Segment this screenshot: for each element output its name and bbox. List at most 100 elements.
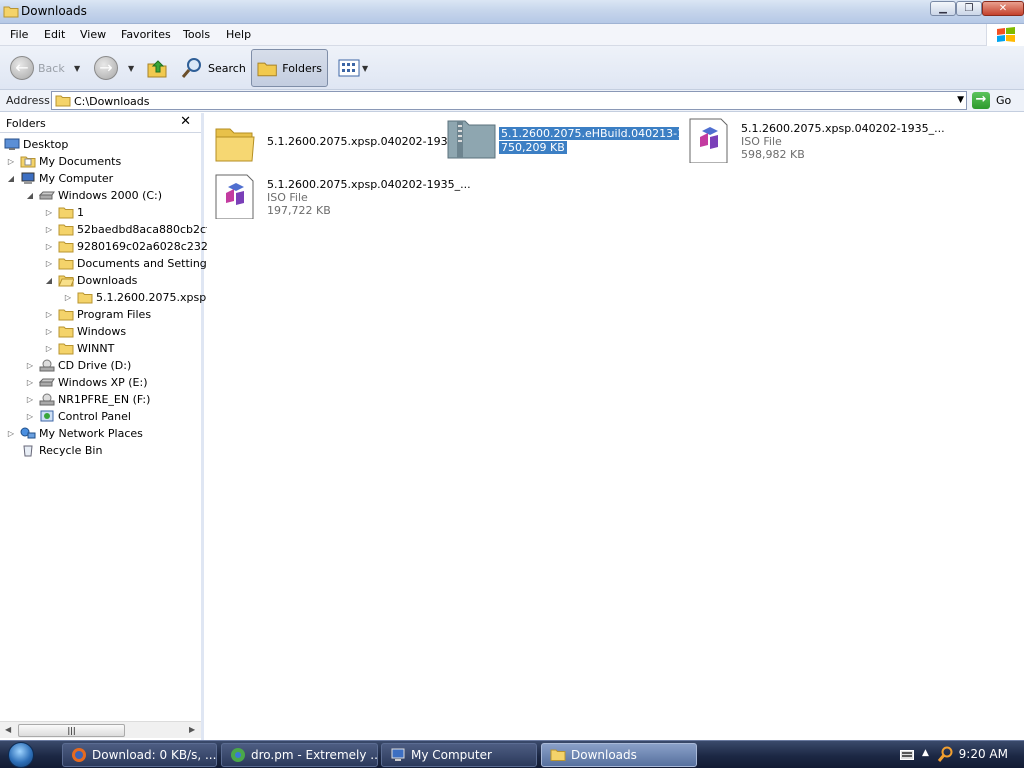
- forward-dropdown[interactable]: ▼: [128, 51, 134, 85]
- file-size: 598,982 KB: [741, 148, 805, 161]
- show-hidden-icons-icon[interactable]: ▲: [922, 748, 929, 758]
- scroll-right-icon[interactable]: ▶: [189, 725, 195, 734]
- menu-favorites[interactable]: Favorites: [121, 28, 171, 41]
- scroll-left-icon[interactable]: ◀: [5, 725, 11, 734]
- folder-icon: [58, 309, 74, 321]
- back-button[interactable]: ← Back: [10, 51, 65, 85]
- taskbar-item-dro[interactable]: dro.pm - Extremely ...: [221, 743, 378, 767]
- tree-item-winnt[interactable]: ▷ WINNT: [44, 340, 114, 357]
- tree-label: Recycle Bin: [39, 444, 103, 457]
- taskbar-item-label: My Computer: [411, 748, 492, 762]
- expand-icon[interactable]: ▷: [44, 327, 54, 336]
- folders-pane-title: Folders: [6, 117, 46, 130]
- expand-icon[interactable]: ▷: [44, 225, 54, 234]
- menu-edit[interactable]: Edit: [44, 28, 65, 41]
- tree-label: My Computer: [39, 172, 114, 185]
- tree-item-folder-92801[interactable]: ▷ 9280169c02a6028c232f9: [44, 238, 219, 255]
- collapse-icon[interactable]: ◢: [6, 174, 16, 183]
- folder-icon: [58, 241, 74, 253]
- tree-item-my-computer[interactable]: ◢ My Computer: [6, 170, 113, 187]
- tree-item-xpsp-folder[interactable]: ▷ 5.1.2600.2075.xpsp.: [63, 289, 210, 306]
- tree-item-nr1pfre[interactable]: ▷ NR1PFRE_EN (F:): [25, 391, 150, 408]
- tree-item-program-files[interactable]: ▷ Program Files: [44, 306, 151, 323]
- taskbar-item-downloads[interactable]: Downloads: [541, 743, 697, 767]
- horizontal-scrollbar[interactable]: ◀ ||| ▶: [0, 721, 201, 738]
- folder-icon: [58, 258, 74, 270]
- menu-bar: File Edit View Favorites Tools Help: [0, 24, 1024, 46]
- expand-icon[interactable]: ▷: [25, 395, 35, 404]
- expand-icon[interactable]: ▷: [63, 293, 73, 302]
- expand-icon[interactable]: ▷: [6, 429, 16, 438]
- expand-icon[interactable]: ▷: [25, 378, 35, 387]
- tree-item-downloads[interactable]: ◢ Downloads: [44, 272, 138, 289]
- go-arrow-icon: →: [972, 92, 990, 109]
- expand-icon[interactable]: ▷: [44, 310, 54, 319]
- title-bar[interactable]: Downloads ▁ ❐ ✕: [0, 0, 1024, 24]
- cd-drive-icon: [39, 359, 55, 372]
- taskbar-item-label: Downloads: [571, 748, 637, 762]
- up-folder-button[interactable]: [146, 51, 168, 85]
- taskbar-item-label: Download: 0 KB/s, ...: [92, 748, 217, 762]
- tree-label: NR1PFRE_EN (F:): [58, 393, 151, 406]
- tree-item-desktop[interactable]: Desktop: [4, 136, 68, 153]
- expand-icon[interactable]: ▷: [44, 344, 54, 353]
- expand-icon[interactable]: ▷: [44, 242, 54, 251]
- search-icon[interactable]: [937, 746, 953, 763]
- address-input[interactable]: C:\Downloads ▼: [51, 91, 967, 110]
- expand-icon[interactable]: ▷: [25, 361, 35, 370]
- tree-label: Downloads: [77, 274, 138, 287]
- collapse-icon[interactable]: ◢: [44, 276, 54, 285]
- window-title: Downloads: [21, 4, 87, 18]
- tree-item-my-documents[interactable]: ▷ My Documents: [6, 153, 121, 170]
- expand-icon[interactable]: ▷: [44, 259, 54, 268]
- back-arrow-icon: ←: [10, 56, 34, 80]
- file-item-selected[interactable]: 5.1.2600.2075.eHBuild.040213-11... 750,2…: [447, 119, 682, 167]
- scrollbar-thumb[interactable]: |||: [18, 724, 125, 737]
- tree-item-folder-52bae[interactable]: ▷ 52baedbd8aca880cb2cf: [44, 221, 210, 238]
- back-dropdown[interactable]: ▼: [74, 51, 80, 85]
- file-item[interactable]: 5.1.2600.2075.xpsp.040202-1935_...: [213, 121, 471, 169]
- minimize-button[interactable]: ▁: [930, 1, 956, 16]
- tree-item-windows-2000[interactable]: ◢ Windows 2000 (C:): [25, 187, 162, 204]
- collapse-icon[interactable]: ◢: [25, 191, 35, 200]
- taskbar-item-label: dro.pm - Extremely ...: [251, 748, 378, 762]
- tree-label: 1: [77, 206, 84, 219]
- file-item[interactable]: 5.1.2600.2075.xpsp.040202-1935_... ISO F…: [213, 173, 471, 221]
- close-icon[interactable]: ✕: [180, 114, 191, 129]
- keyboard-icon[interactable]: [900, 750, 914, 760]
- taskbar-item-my-computer[interactable]: My Computer: [381, 743, 537, 767]
- forward-arrow-icon: →: [94, 56, 118, 80]
- clock[interactable]: 9:20 AM: [959, 747, 1008, 761]
- forward-button[interactable]: →: [94, 51, 118, 85]
- tree-item-my-network-places[interactable]: ▷ My Network Places: [6, 425, 143, 442]
- address-bar: Address C:\Downloads ▼ → Go: [0, 90, 1024, 112]
- tree-item-windows-xp[interactable]: ▷ Windows XP (E:): [25, 374, 148, 391]
- search-button[interactable]: Search: [180, 51, 246, 85]
- menu-tools[interactable]: Tools: [183, 28, 210, 41]
- folders-button[interactable]: Folders: [251, 49, 328, 87]
- menu-view[interactable]: View: [80, 28, 106, 41]
- expand-icon[interactable]: ▷: [6, 157, 16, 166]
- menu-file[interactable]: File: [10, 28, 28, 41]
- close-button[interactable]: ✕: [982, 1, 1024, 16]
- taskbar-item-download[interactable]: Download: 0 KB/s, ...: [62, 743, 217, 767]
- views-button[interactable]: ▼: [338, 51, 368, 85]
- file-item[interactable]: 5.1.2600.2075.xpsp.040202-1935_... ISO F…: [687, 117, 945, 165]
- go-label: Go: [996, 94, 1012, 107]
- menu-help[interactable]: Help: [226, 28, 251, 41]
- tree-item-documents-and-settings[interactable]: ▷ Documents and Settings: [44, 255, 213, 272]
- go-button[interactable]: → Go: [972, 92, 1011, 109]
- start-button[interactable]: [8, 742, 34, 768]
- address-dropdown-icon[interactable]: ▼: [957, 95, 964, 105]
- tree-item-control-panel[interactable]: ▷ Control Panel: [25, 408, 131, 425]
- folders-icon: [257, 62, 277, 77]
- tree-item-folder-1[interactable]: ▷ 1: [44, 204, 84, 221]
- tree-item-windows[interactable]: ▷ Windows: [44, 323, 126, 340]
- my-documents-icon: [20, 156, 36, 168]
- tree-item-cd-drive[interactable]: ▷ CD Drive (D:): [25, 357, 131, 374]
- expand-icon[interactable]: ▷: [25, 412, 35, 421]
- expand-icon[interactable]: ▷: [44, 208, 54, 217]
- maximize-button[interactable]: ❐: [956, 1, 982, 16]
- tree-item-recycle-bin[interactable]: Recycle Bin: [20, 442, 102, 459]
- network-icon: [20, 427, 36, 439]
